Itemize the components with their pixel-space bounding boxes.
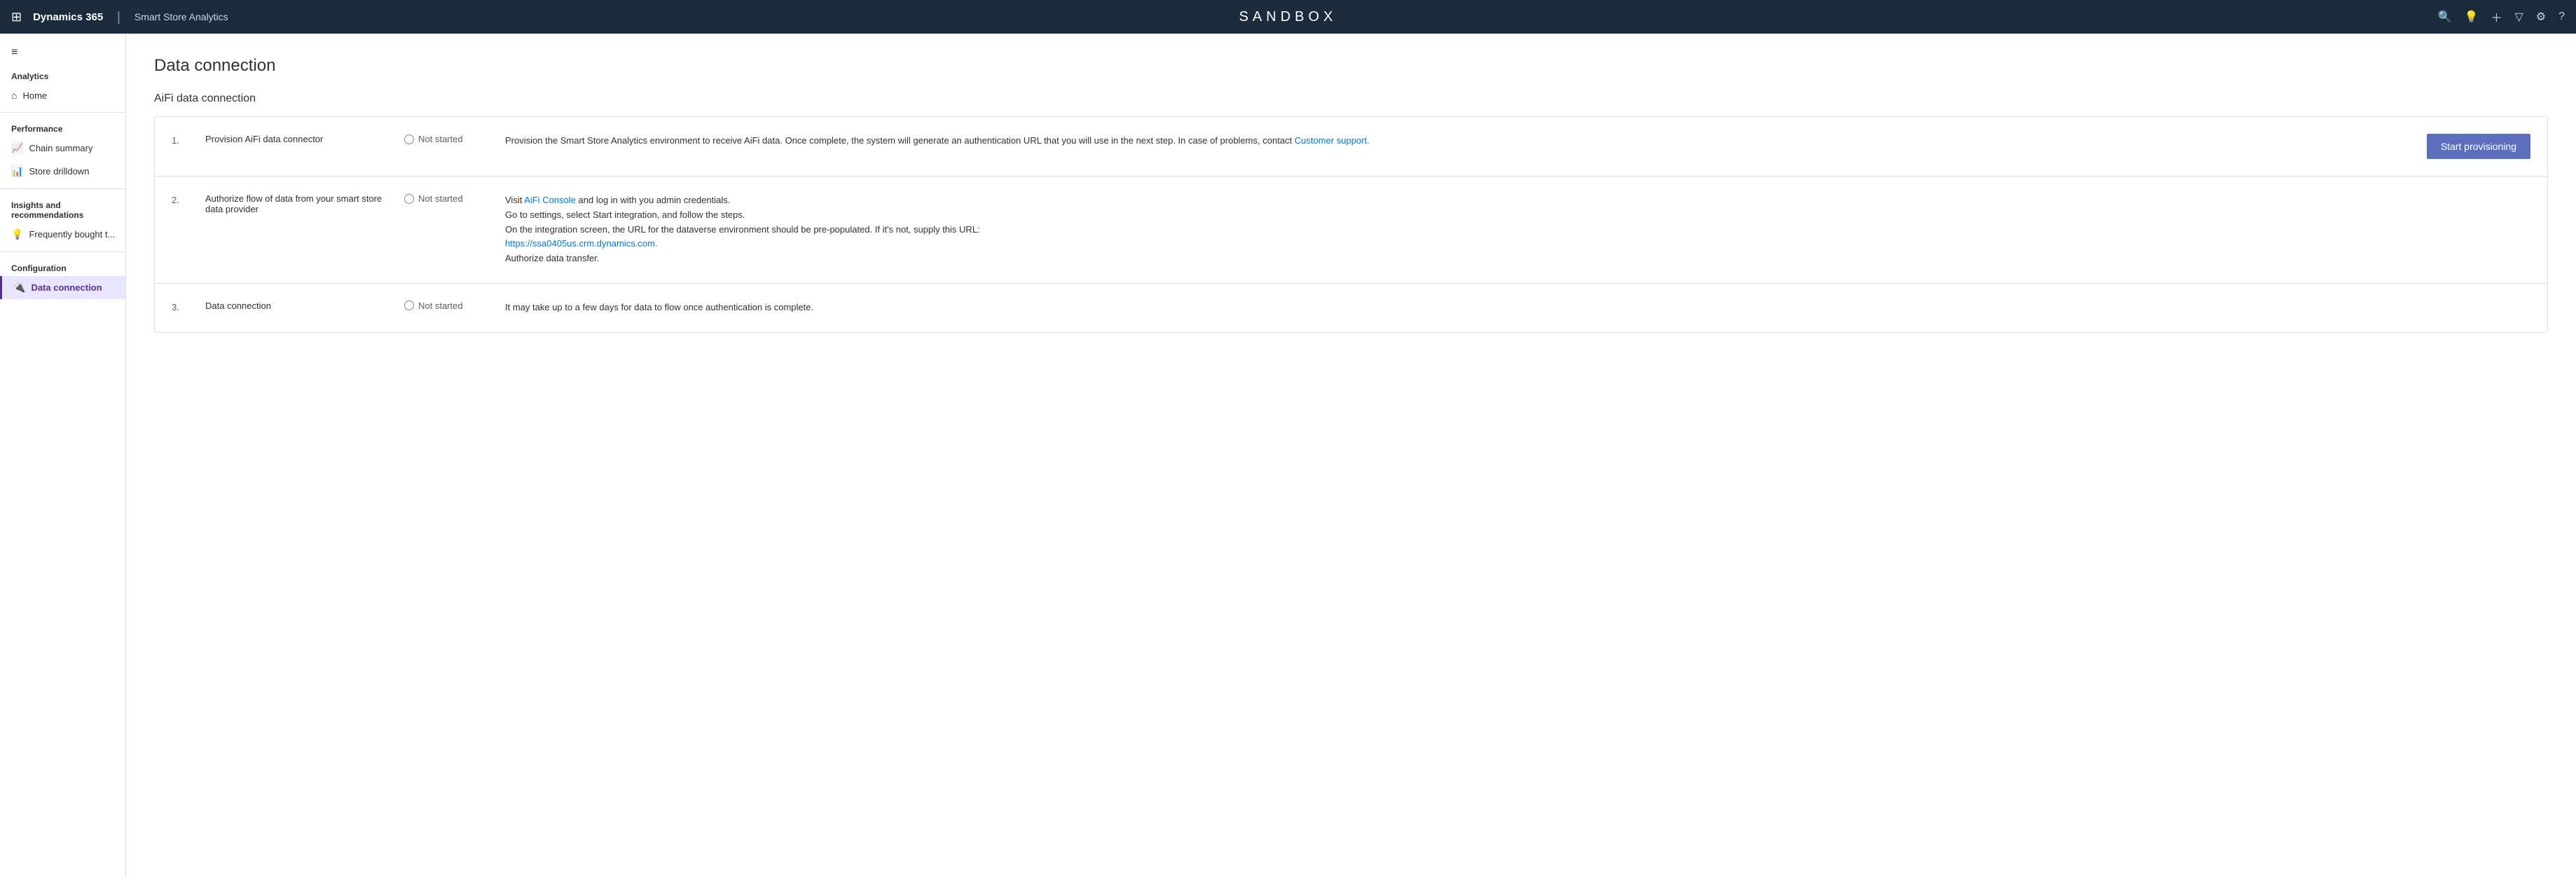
lightbulb-icon[interactable]: 💡 [2465, 10, 2479, 24]
step-2-status-label: Not started [418, 193, 463, 204]
step-row-1: 1. Provision AiFi data connector Not sta… [155, 117, 2547, 177]
sidebar-item-home[interactable]: ⌂ Home [0, 84, 125, 106]
step-3-label: Data connection [205, 301, 387, 311]
home-icon: ⌂ [11, 90, 17, 101]
section-configuration: Configuration [0, 258, 125, 276]
app-layout: ≡ Analytics ⌂ Home Performance 📈 Chain s… [0, 34, 2576, 877]
step-3-status: Not started [404, 301, 488, 311]
sidebar-item-frequently-bought-label: Frequently bought t... [29, 229, 115, 240]
step-2-number: 2. [172, 195, 188, 205]
sidebar-item-home-label: Home [22, 90, 47, 101]
chart-line-icon: 📈 [11, 142, 23, 154]
step-2-status: Not started [404, 193, 488, 204]
lightbulb-sidebar-icon: 💡 [11, 228, 23, 240]
aifi-console-link[interactable]: AiFi Console [524, 195, 576, 205]
step-3-status-label: Not started [418, 301, 463, 311]
sidebar-divider-2 [0, 188, 125, 189]
step-1-label: Provision AiFi data connector [205, 134, 387, 144]
hamburger-icon[interactable]: ≡ [0, 39, 125, 66]
section-insights: Insights andrecommendations [0, 195, 125, 223]
sidebar-item-data-connection[interactable]: 🔌 Data connection [0, 276, 125, 299]
start-provisioning-button[interactable]: Start provisioning [2427, 134, 2530, 159]
brand-label: Dynamics 365 [33, 11, 103, 23]
app-name-label: Smart Store Analytics [135, 11, 228, 22]
step-1-status-label: Not started [418, 134, 463, 144]
step-1-status: Not started [404, 134, 488, 144]
section-title: AiFi data connection [154, 92, 2548, 105]
ssa-url-link[interactable]: https://ssa0405us.crm.dynamics.com. [505, 238, 657, 249]
plug-icon: 🔌 [13, 282, 25, 294]
data-connection-card: 1. Provision AiFi data connector Not sta… [154, 116, 2548, 333]
step-2-description: Visit AiFi Console and log in with you a… [505, 193, 2402, 266]
step-row-2: 2. Authorize flow of data from your smar… [155, 177, 2547, 284]
sidebar-item-chain-summary-label: Chain summary [29, 143, 92, 153]
step-1-desc-text: Provision the Smart Store Analytics envi… [505, 135, 1292, 146]
top-navigation: ⊞ Dynamics 365 | Smart Store Analytics S… [0, 0, 2576, 34]
sandbox-label: SANDBOX [1239, 9, 1337, 25]
step-2-status-circle [404, 194, 414, 204]
step-1-customer-support-link[interactable]: Customer support. [1295, 135, 1370, 146]
add-icon[interactable]: ＋ [2491, 8, 2502, 25]
sidebar-item-store-drilldown-label: Store drilldown [29, 166, 89, 177]
sidebar-item-chain-summary[interactable]: 📈 Chain summary [0, 137, 125, 160]
step-3-number: 3. [172, 302, 188, 312]
section-performance: Performance [0, 118, 125, 137]
sidebar-item-frequently-bought[interactable]: 💡 Frequently bought t... [0, 223, 125, 246]
step-1-description: Provision the Smart Store Analytics envi… [505, 134, 2402, 149]
step-row-3: 3. Data connection Not started It may ta… [155, 284, 2547, 332]
search-icon[interactable]: 🔍 [2438, 10, 2452, 24]
sidebar-divider-1 [0, 112, 125, 113]
step-1-status-circle [404, 134, 414, 144]
sidebar-item-data-connection-label: Data connection [31, 282, 102, 293]
section-analytics: Analytics [0, 66, 125, 84]
filter-icon[interactable]: ▽ [2514, 10, 2523, 24]
step-1-action: Start provisioning [2418, 134, 2530, 159]
step-2-label: Authorize flow of data from your smart s… [205, 193, 387, 214]
chart-bar-icon: 📊 [11, 165, 23, 177]
step-1-number: 1. [172, 135, 188, 146]
topnav-icons: 🔍 💡 ＋ ▽ ⚙ ? [2438, 8, 2565, 25]
settings-icon[interactable]: ⚙ [2536, 10, 2546, 24]
sidebar-divider-3 [0, 251, 125, 252]
sidebar-item-store-drilldown[interactable]: 📊 Store drilldown [0, 160, 125, 183]
step-3-status-circle [404, 301, 414, 310]
main-content: Data connection AiFi data connection 1. … [126, 34, 2576, 877]
page-title: Data connection [154, 56, 2548, 76]
nav-separator: | [117, 10, 120, 25]
waffle-menu-icon[interactable]: ⊞ [11, 10, 22, 25]
step-3-description: It may take up to a few days for data to… [505, 301, 2402, 315]
help-icon[interactable]: ? [2558, 11, 2565, 23]
sidebar: ≡ Analytics ⌂ Home Performance 📈 Chain s… [0, 34, 126, 877]
